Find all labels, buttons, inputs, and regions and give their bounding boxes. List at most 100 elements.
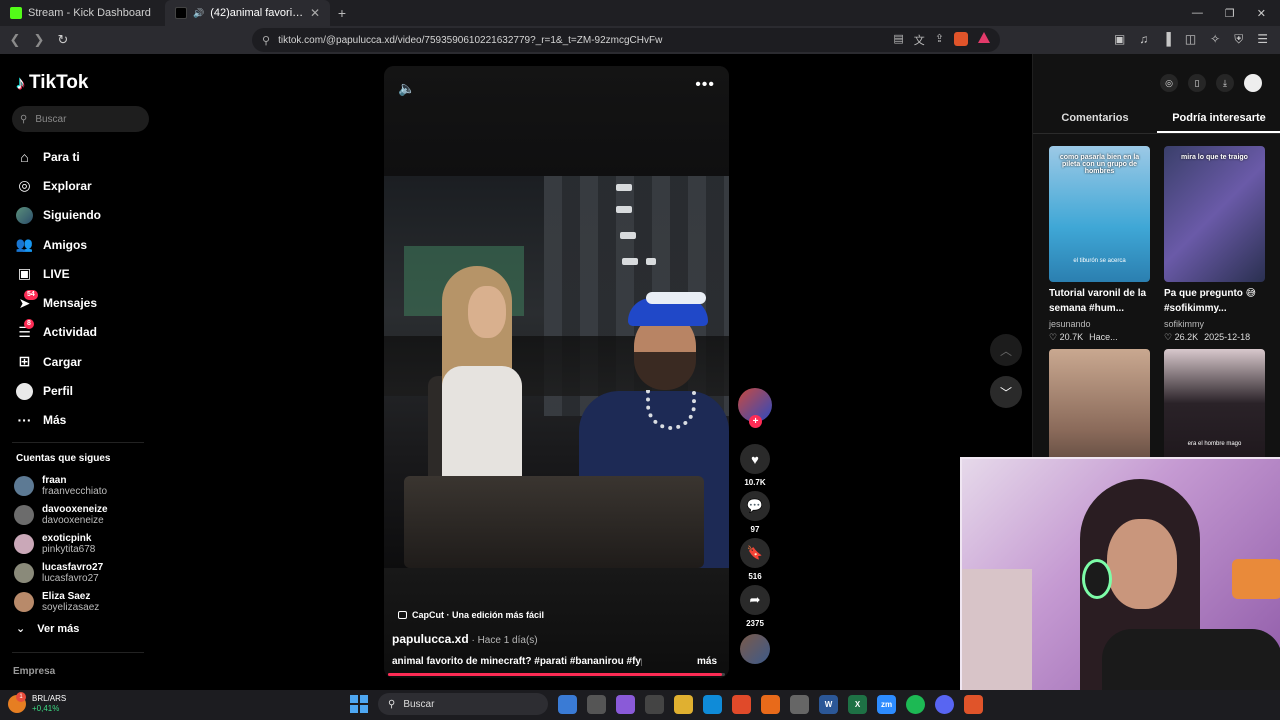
- nav-item-siguiendo[interactable]: Siguiendo: [16, 201, 101, 230]
- music-icon[interactable]: ♫: [1139, 32, 1148, 47]
- avatar: [14, 475, 34, 496]
- comment-count: 97: [750, 525, 760, 534]
- zoom-icon[interactable]: zm: [877, 694, 896, 714]
- recommended-card[interactable]: mira lo que te traigo Pa que pregunto 😅 …: [1164, 146, 1265, 343]
- discord-icon[interactable]: [935, 694, 954, 714]
- next-video-button[interactable]: ﹀: [990, 376, 1022, 408]
- spotify-icon[interactable]: [906, 694, 925, 714]
- tiktok-logo[interactable]: ♪ TikTok: [16, 72, 88, 94]
- close-window-button[interactable]: ✕: [1257, 7, 1266, 20]
- card-title[interactable]: Pa que pregunto 😅 #sofikimmy...: [1164, 286, 1265, 317]
- reader-icon[interactable]: ▤: [893, 32, 903, 48]
- nav-item-explorar[interactable]: ◎ Explorar: [16, 171, 101, 200]
- video-author[interactable]: papulucca.xd · Hace 1 día(s): [392, 632, 538, 646]
- tab-kick-dashboard[interactable]: Stream - Kick Dashboard: [0, 0, 165, 26]
- follow-plus-icon[interactable]: +: [749, 415, 762, 428]
- nav-item-mas[interactable]: ··· Más: [16, 406, 101, 435]
- phone-icon[interactable]: ▯: [1188, 74, 1206, 92]
- taskbar-search-label: Buscar: [403, 698, 435, 710]
- reload-button[interactable]: ↻: [56, 32, 70, 48]
- like-button[interactable]: ♥ 10.7K: [736, 444, 774, 491]
- more-options-icon[interactable]: •••: [695, 76, 715, 94]
- nav-item-para-ti[interactable]: ⌂ Para ti: [16, 142, 101, 171]
- firefox-icon[interactable]: [761, 694, 780, 714]
- site-info-icon[interactable]: ⚲: [262, 34, 270, 47]
- card-title[interactable]: Tutorial varonil de la semana #hum...: [1049, 286, 1150, 317]
- compass-icon: ◎: [18, 177, 31, 194]
- card-username[interactable]: sofikimmy: [1164, 319, 1265, 329]
- vpn-icon[interactable]: ⛨: [1234, 32, 1243, 47]
- brave-icon[interactable]: [964, 694, 983, 714]
- nav-item-actividad[interactable]: ☰ 8 Actividad: [16, 318, 101, 347]
- comment-button[interactable]: 💬 97: [736, 491, 774, 538]
- video-frame: [384, 176, 729, 568]
- nav-item-perfil[interactable]: Perfil: [16, 376, 101, 405]
- music-disc-avatar[interactable]: [740, 634, 770, 664]
- minimize-button[interactable]: —: [1192, 7, 1203, 20]
- search-input[interactable]: ⚲ Buscar: [12, 106, 149, 132]
- see-more-button[interactable]: ⌄ Ver más: [16, 622, 79, 636]
- video-progress-bar[interactable]: [388, 673, 725, 676]
- following-account[interactable]: lucasfavro27 lucasfavro27: [14, 559, 108, 588]
- following-account[interactable]: exoticpink pinkytita678: [14, 529, 108, 558]
- volume-icon[interactable]: 🔈: [398, 80, 415, 97]
- share-button[interactable]: ➦ 2375: [736, 585, 774, 632]
- following-account[interactable]: fraan fraanvecchiato: [14, 471, 108, 500]
- creator-avatar[interactable]: +: [738, 388, 772, 428]
- sidebar-toggle-icon[interactable]: ▣: [1114, 32, 1125, 47]
- nav-item-mensajes[interactable]: ➤ 54 Mensajes: [16, 288, 101, 317]
- forward-button[interactable]: ❯: [32, 32, 46, 48]
- start-button[interactable]: [350, 695, 368, 713]
- card-username[interactable]: jesunando: [1049, 319, 1150, 329]
- maximize-button[interactable]: ❐: [1225, 7, 1235, 20]
- panel-icon[interactable]: ▐: [1162, 32, 1171, 47]
- close-tab-icon[interactable]: ✕: [310, 6, 320, 20]
- video-letterbox-top: [384, 66, 729, 176]
- following-account[interactable]: davooxeneize davooxeneize: [14, 500, 108, 529]
- share-icon[interactable]: ⇪: [935, 32, 944, 48]
- taskbar-search[interactable]: ⚲ Buscar: [378, 693, 548, 715]
- compass-icon[interactable]: ◎: [1160, 74, 1178, 92]
- widget-app-icon[interactable]: [558, 694, 577, 714]
- capcut-tag[interactable]: CapCut · Una edición más fácil: [398, 610, 544, 620]
- brave-shield-icon[interactable]: [954, 32, 968, 46]
- footer-link-empresa[interactable]: Empresa: [13, 666, 55, 677]
- save-button[interactable]: 🔖 516: [736, 538, 774, 585]
- webcam-overlay: [960, 457, 1280, 690]
- nav-item-cargar[interactable]: ⊞ Cargar: [16, 347, 101, 376]
- nav-label: Actividad: [43, 325, 98, 340]
- video-player[interactable]: 🔈 ••• CapCut · Una edición más fácil pap…: [384, 66, 729, 678]
- store-icon[interactable]: [790, 694, 809, 714]
- previous-video-button[interactable]: ︿: [990, 334, 1022, 366]
- tab-podria-interesarte[interactable]: Podría interesarte: [1157, 110, 1280, 133]
- excel-icon[interactable]: X: [848, 694, 867, 714]
- nav-item-amigos[interactable]: 👥 Amigos: [16, 230, 101, 259]
- following-account[interactable]: Eliza Saez soyelizasaez: [14, 588, 108, 617]
- video-thumbnail[interactable]: como pasarla bien en la pileta con un gr…: [1049, 146, 1150, 282]
- tab-comentarios[interactable]: Comentarios: [1033, 110, 1157, 133]
- copilot-icon[interactable]: [616, 694, 635, 714]
- currency-icon: 1: [8, 692, 26, 713]
- caption-more-button[interactable]: más: [697, 656, 717, 667]
- chrome-icon[interactable]: [732, 694, 751, 714]
- back-button[interactable]: ❮: [8, 32, 22, 48]
- settings-icon[interactable]: [645, 694, 664, 714]
- stock-ticker-widget[interactable]: 1 BRL/ARS +0,41%: [8, 692, 66, 714]
- recommended-card[interactable]: como pasarla bien en la pileta con un gr…: [1049, 146, 1150, 343]
- new-tab-button[interactable]: +: [330, 5, 354, 21]
- file-explorer-icon[interactable]: [674, 694, 693, 714]
- wallet-icon[interactable]: ◫: [1185, 32, 1196, 47]
- nav-item-live[interactable]: ▣ LIVE: [16, 259, 101, 288]
- word-icon[interactable]: W: [819, 694, 838, 714]
- translate-icon[interactable]: 文: [914, 32, 925, 48]
- avatar[interactable]: [1244, 74, 1262, 92]
- video-thumbnail[interactable]: mira lo que te traigo: [1164, 146, 1265, 282]
- brave-rewards-icon[interactable]: [978, 32, 990, 43]
- tab-tiktok-video[interactable]: 🔊 (42)animal favorito de minec ✕: [165, 0, 330, 26]
- ai-icon[interactable]: ✧: [1210, 32, 1220, 47]
- menu-icon[interactable]: ☰: [1257, 32, 1268, 47]
- task-view-icon[interactable]: [587, 694, 606, 714]
- edge-icon[interactable]: [703, 694, 722, 714]
- download-icon[interactable]: ⤓: [1216, 74, 1234, 92]
- url-field[interactable]: ⚲ tiktok.com/@papulucca.xd/video/7593590…: [252, 28, 1000, 52]
